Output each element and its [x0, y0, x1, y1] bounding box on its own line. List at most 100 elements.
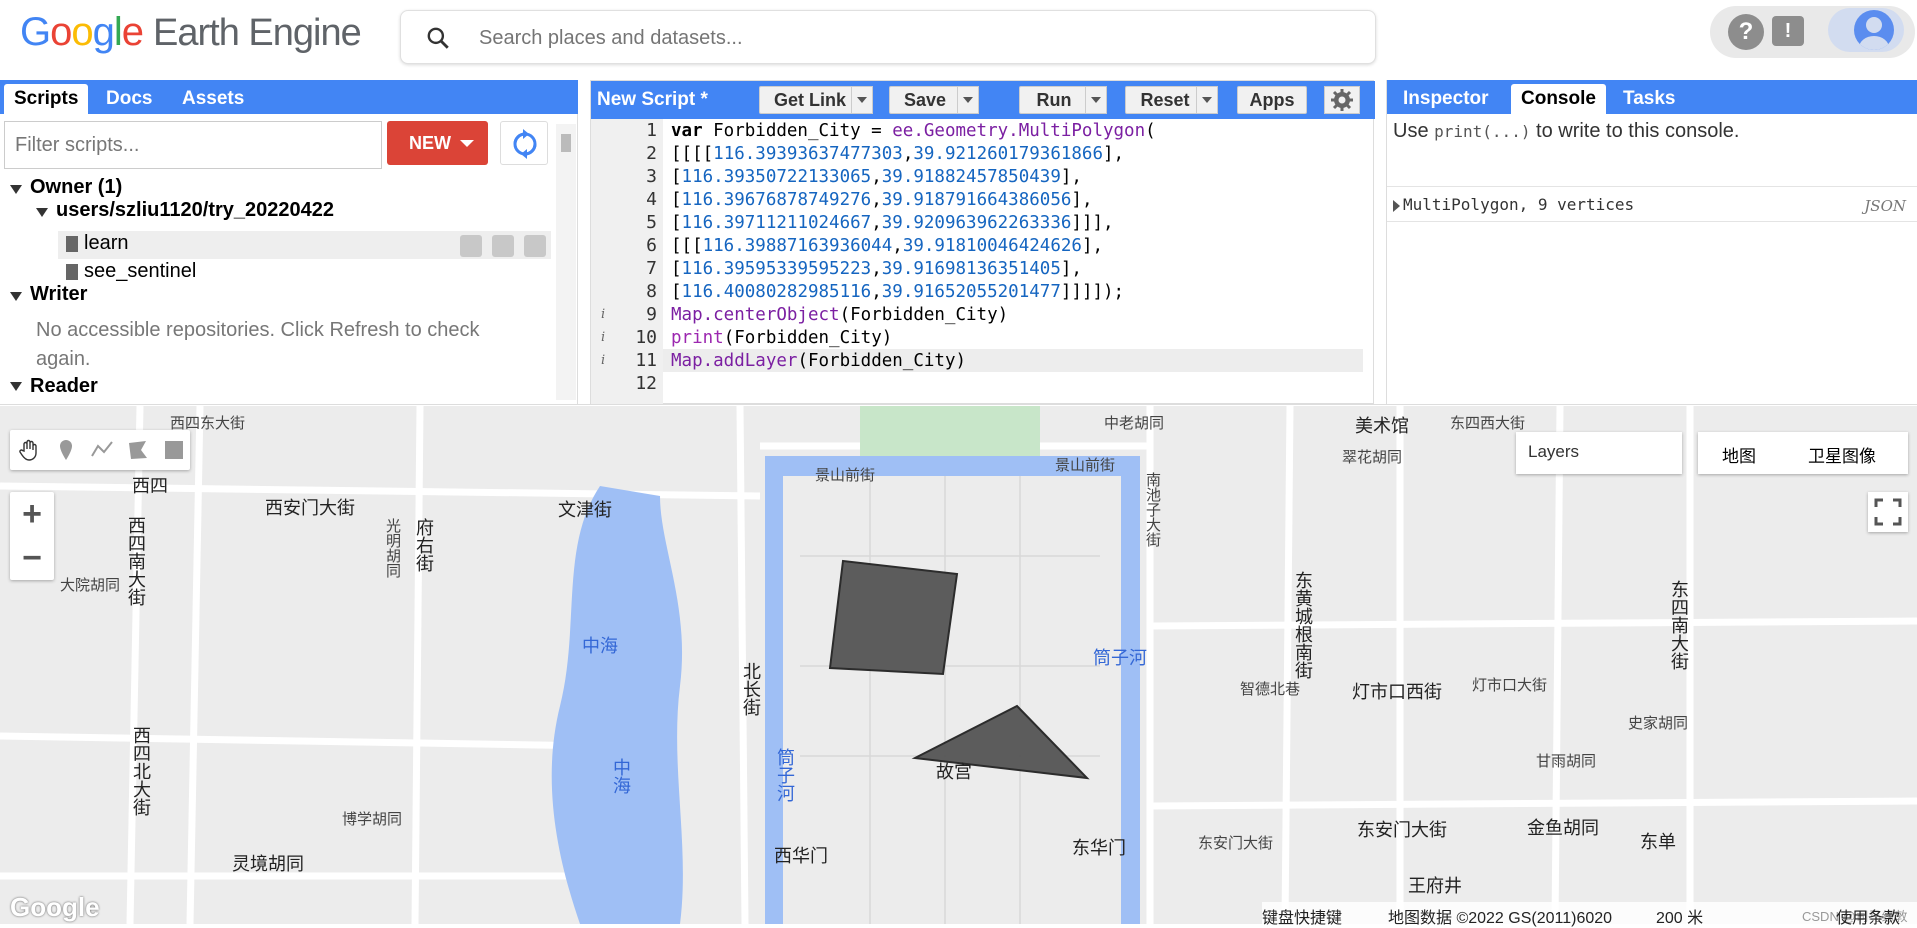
- tree-file-learn[interactable]: learn: [84, 232, 128, 255]
- map-label: 灵境胡同: [232, 854, 304, 874]
- rectangle-tool-icon[interactable]: [162, 438, 186, 462]
- drawing-tools: [10, 430, 190, 470]
- map-label: 北长街: [741, 662, 761, 716]
- right-tabs: Inspector Console Tasks: [1387, 80, 1917, 114]
- map-label: 中海: [611, 758, 631, 794]
- avatar[interactable]: [1828, 8, 1904, 52]
- apps-button[interactable]: Apps: [1237, 86, 1307, 114]
- logo-letter: o: [71, 10, 93, 54]
- reset-button[interactable]: Reset: [1125, 86, 1205, 114]
- refresh-button[interactable]: [500, 121, 548, 165]
- tab-console[interactable]: Console: [1511, 84, 1606, 114]
- code-line[interactable]: Map.centerObject(Forbidden_City): [671, 305, 1008, 325]
- info-icon[interactable]: i: [601, 330, 605, 345]
- code-line[interactable]: [116.39595339595223,39.91698136351405],: [671, 259, 1082, 279]
- tab-inspector[interactable]: Inspector: [1393, 84, 1499, 114]
- reset-dropdown[interactable]: [1196, 86, 1218, 114]
- scrollbar-thumb[interactable]: [561, 134, 571, 152]
- search-box[interactable]: [400, 10, 1376, 64]
- line-tool-icon[interactable]: [90, 438, 114, 462]
- code-line[interactable]: [116.40080282985116,39.91652055201477]]]…: [671, 282, 1124, 302]
- map-label: 景山前街: [1055, 457, 1116, 474]
- feedback-icon[interactable]: !: [1772, 16, 1804, 46]
- console-entry[interactable]: MultiPolygon, 9 vertices JSON: [1387, 186, 1917, 222]
- writer-message-cont: again.: [36, 348, 91, 370]
- run-dropdown[interactable]: [1085, 86, 1107, 114]
- history-icon[interactable]: [460, 235, 482, 257]
- line-number: 8: [646, 281, 657, 302]
- edit-icon[interactable]: [492, 235, 514, 257]
- tree-reader[interactable]: Reader: [30, 375, 98, 398]
- maptype-map[interactable]: 地图: [1722, 442, 1756, 467]
- code-line[interactable]: [116.39711211024667,39.920963962263336]]…: [671, 213, 1114, 233]
- maptype-satellite[interactable]: 卫星图像: [1808, 442, 1876, 467]
- fullscreen-button[interactable]: [1868, 492, 1908, 532]
- run-button[interactable]: Run: [1019, 86, 1089, 114]
- script-title: New Script *: [597, 89, 708, 110]
- gear-icon: [1331, 89, 1353, 111]
- tree-repo[interactable]: users/szliu1120/try_20220422: [56, 199, 334, 222]
- hand-icon[interactable]: [18, 438, 42, 462]
- caret-down-icon: [460, 140, 474, 147]
- layers-button[interactable]: Layers: [1516, 432, 1682, 474]
- info-icon[interactable]: i: [601, 307, 605, 322]
- save-button[interactable]: Save: [889, 86, 961, 114]
- console-entry-text[interactable]: MultiPolygon, 9 vertices: [1403, 195, 1634, 214]
- code-line[interactable]: [[[[116.39393637477303,39.92126017936186…: [671, 144, 1124, 164]
- tree-owner[interactable]: Owner (1): [30, 176, 122, 199]
- code-line[interactable]: [116.39350722133065,39.91882457850439],: [671, 167, 1082, 187]
- tree-writer[interactable]: Writer: [30, 283, 87, 306]
- scale-label: 200 米: [1656, 910, 1704, 927]
- app-header: GoogleEarth Engine ? !: [0, 0, 1917, 76]
- map-label: 文津街: [558, 500, 612, 520]
- tab-docs[interactable]: Docs: [96, 84, 162, 114]
- keyboard-shortcuts-link[interactable]: 键盘快捷键: [1262, 904, 1342, 928]
- map-label: 王府井: [1408, 876, 1462, 896]
- refresh-icon: [513, 129, 537, 159]
- tab-assets[interactable]: Assets: [172, 84, 254, 114]
- scrollbar[interactable]: [556, 124, 576, 400]
- code-line[interactable]: Map.addLayer(Forbidden_City): [671, 351, 966, 371]
- hint-code: print(...): [1434, 122, 1531, 141]
- earth-engine-logo[interactable]: Google Earth Engine: [20, 10, 362, 55]
- zoom-in-button[interactable]: +: [10, 492, 54, 536]
- expand-arrow-icon[interactable]: [1393, 200, 1400, 212]
- code-line[interactable]: print(Forbidden_City): [671, 328, 892, 348]
- map-label: 东黄城根南街: [1293, 571, 1313, 679]
- settings-button[interactable]: [1324, 86, 1360, 114]
- help-icon[interactable]: ?: [1728, 14, 1764, 50]
- terms-link[interactable]: 使用条款: [1836, 904, 1900, 928]
- tab-tasks[interactable]: Tasks: [1613, 84, 1685, 114]
- expand-icon[interactable]: [10, 185, 22, 194]
- logo-product-name: Earth Engine: [153, 12, 362, 54]
- map-label: 筒子河: [775, 748, 795, 802]
- search-icon[interactable]: [425, 25, 451, 51]
- new-button[interactable]: NEW: [387, 121, 488, 165]
- polygon-tool-icon[interactable]: [126, 438, 150, 462]
- get-link-button[interactable]: Get Link: [759, 86, 861, 114]
- code-line[interactable]: [[[116.39887163936044,39.91810046424626]…: [671, 236, 1103, 256]
- get-link-dropdown[interactable]: [851, 86, 873, 114]
- marker-icon[interactable]: [54, 438, 78, 462]
- expand-icon[interactable]: [36, 208, 48, 217]
- map-label: 景山前街: [815, 467, 876, 484]
- map-view[interactable]: 西四 西安门大街 文津街 景山前街 景山前街 中海 中海 筒子河 筒子河 故宫 …: [0, 406, 1917, 924]
- tab-scripts[interactable]: Scripts: [4, 84, 89, 114]
- google-watermark: Google: [10, 892, 100, 922]
- expand-icon[interactable]: [10, 292, 22, 301]
- code-line[interactable]: var Forbidden_City = ee.Geometry.MultiPo…: [671, 121, 1156, 141]
- json-link[interactable]: JSON: [1864, 197, 1906, 215]
- tree-file-see-sentinel[interactable]: see_sentinel: [84, 260, 196, 283]
- zoom-out-button[interactable]: −: [10, 536, 54, 580]
- filter-scripts-input[interactable]: Filter scripts...: [4, 121, 382, 169]
- info-icon[interactable]: i: [601, 353, 605, 368]
- line-number: 4: [646, 189, 657, 210]
- line-number: 5: [646, 212, 657, 233]
- map-label: 东四西大街: [1450, 415, 1526, 432]
- map-label: 翠花胡同: [1342, 449, 1403, 466]
- save-dropdown[interactable]: [957, 86, 979, 114]
- code-line[interactable]: [116.39676878749276,39.918791664386056],: [671, 190, 1092, 210]
- search-input[interactable]: [479, 23, 1339, 53]
- expand-icon[interactable]: [10, 382, 22, 391]
- delete-icon[interactable]: [524, 235, 546, 257]
